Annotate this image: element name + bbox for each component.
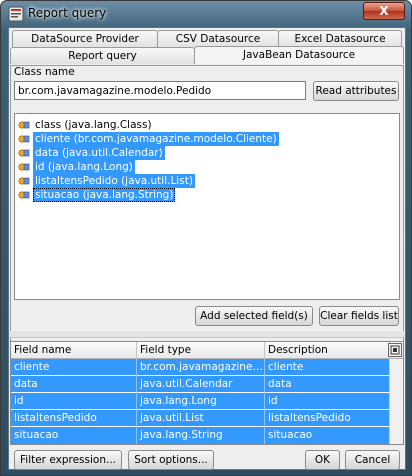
tab-label: Report query [68, 50, 137, 62]
table-row[interactable]: data java.util.Calendar data [11, 376, 390, 393]
tab-javabean-datasource[interactable]: JavaBean Datasource [194, 46, 404, 64]
app-icon [8, 6, 24, 22]
cell-field-name: data [11, 376, 137, 393]
field-icon [18, 177, 30, 185]
sort-options-button[interactable]: Sort options... [128, 450, 214, 470]
read-attributes-button[interactable]: Read attributes [313, 81, 399, 101]
report-query-dialog: Report query X DataSource Provider CSV D… [0, 0, 412, 476]
cell-description: cliente [265, 359, 390, 376]
cell-description: situacao [265, 427, 390, 444]
attributes-tree[interactable]: class (java.lang.Class) cliente (br.com.… [14, 113, 400, 300]
splitter[interactable] [9, 331, 405, 338]
cell-field-type: java.util.List [137, 410, 265, 427]
cell-field-type: br.com.javamagazine.mod... [137, 359, 265, 376]
field-icon [18, 135, 30, 143]
column-header-field-type[interactable]: Field type [137, 342, 265, 359]
dialog-body: DataSource Provider CSV Datasource Excel… [8, 27, 406, 470]
close-icon: X [379, 4, 389, 18]
cell-description: listaItensPedido [265, 410, 390, 427]
class-name-label: Class name [14, 66, 75, 78]
cell-description: id [265, 393, 390, 410]
tab-excel-datasource[interactable]: Excel Datasource [278, 30, 402, 47]
field-icon [18, 191, 30, 199]
tab-label: CSV Datasource [175, 33, 261, 45]
attribute-item[interactable]: cliente (br.com.javamagazine.modelo.Clie… [18, 132, 279, 146]
field-icon [18, 121, 30, 129]
add-selected-fields-button[interactable]: Add selected field(s) [195, 306, 313, 326]
tab-label: JavaBean Datasource [242, 49, 356, 61]
column-chooser-button[interactable] [388, 343, 402, 357]
table-header: Field name Field type Description [11, 342, 403, 359]
attribute-label: situacao (java.lang.String) [33, 188, 176, 202]
cell-field-type: java.util.Calendar [137, 376, 265, 393]
fields-table[interactable]: Field name Field type Description client… [10, 341, 404, 445]
attribute-item[interactable]: listaItensPedido (java.util.List) [18, 174, 195, 188]
attribute-label: class (java.lang.Class) [35, 119, 152, 131]
cell-field-type: java.lang.Long [137, 393, 265, 410]
ok-button[interactable]: OK [305, 450, 340, 470]
field-icon [18, 149, 30, 157]
clear-fields-list-button[interactable]: Clear fields list [319, 306, 399, 326]
filter-expression-button[interactable]: Filter expression... [14, 450, 122, 470]
tab-datasource-provider[interactable]: DataSource Provider [12, 30, 158, 47]
button-label: Cancel [354, 454, 391, 466]
cell-field-name: situacao [11, 427, 137, 444]
tab-label: DataSource Provider [31, 33, 139, 45]
cell-field-name: listaItensPedido [11, 410, 137, 427]
attribute-label: listaItensPedido (java.util.List) [33, 174, 195, 188]
table-row[interactable]: situacao java.lang.String situacao [11, 427, 390, 444]
column-chooser-icon [390, 345, 400, 355]
column-header-description[interactable]: Description [265, 342, 390, 359]
close-button[interactable]: X [363, 2, 405, 20]
button-label: Filter expression... [20, 454, 116, 466]
column-header-field-name[interactable]: Field name [11, 342, 137, 359]
cancel-button[interactable]: Cancel [345, 450, 400, 470]
attribute-item[interactable]: class (java.lang.Class) [18, 118, 154, 132]
table-scrollbar[interactable] [389, 359, 403, 444]
class-name-input[interactable] [14, 81, 306, 100]
tab-report-query[interactable]: Report query [10, 47, 195, 64]
cell-field-name: cliente [11, 359, 137, 376]
button-label: Sort options... [134, 454, 208, 466]
table-row[interactable]: id java.lang.Long id [11, 393, 390, 410]
button-label: Clear fields list [320, 310, 398, 322]
tab-csv-datasource[interactable]: CSV Datasource [157, 30, 279, 47]
window-title: Report query [28, 6, 107, 20]
button-label: Read attributes [315, 85, 397, 97]
title-bar[interactable]: Report query X [1, 1, 411, 27]
cell-description: data [265, 376, 390, 393]
tab-label: Excel Datasource [294, 33, 386, 45]
attribute-item[interactable]: situacao (java.lang.String) [18, 188, 176, 202]
cell-field-name: id [11, 393, 137, 410]
attribute-label: cliente (br.com.javamagazine.modelo.Clie… [33, 132, 279, 146]
attribute-item[interactable]: id (java.lang.Long) [18, 160, 135, 174]
button-label: OK [314, 454, 331, 466]
table-row[interactable]: cliente br.com.javamagazine.mod... clien… [11, 359, 390, 376]
cell-field-type: java.lang.String [137, 427, 265, 444]
button-label: Add selected field(s) [200, 310, 308, 322]
attribute-item[interactable]: data (java.util.Calendar) [18, 146, 165, 160]
table-row[interactable]: listaItensPedido java.util.List listaIte… [11, 410, 390, 427]
attribute-label: data (java.util.Calendar) [33, 146, 165, 160]
attribute-label: id (java.lang.Long) [33, 160, 135, 174]
field-icon [18, 163, 30, 171]
